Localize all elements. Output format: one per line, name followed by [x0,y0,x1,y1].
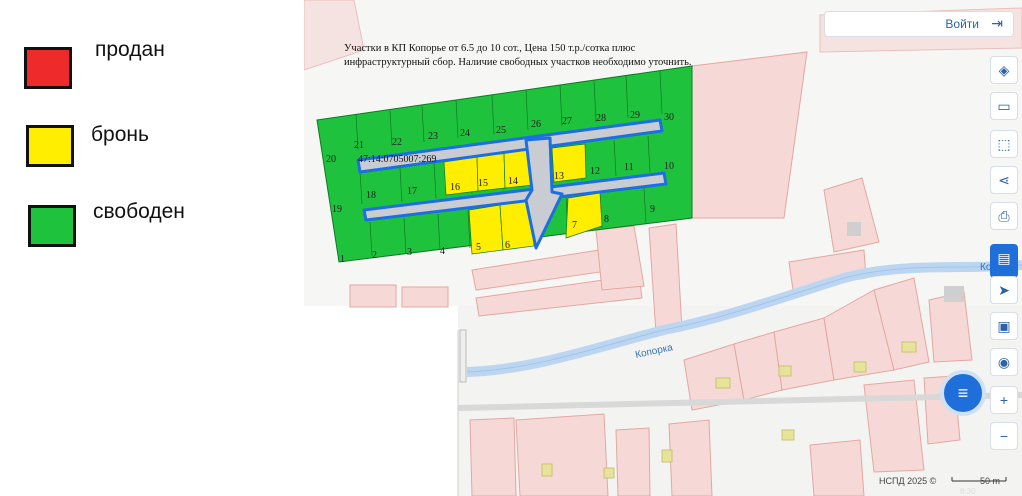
plot-number-8: 8 [604,214,609,225]
egrn-icon[interactable]: ▤ [990,244,1018,278]
login-label: Войти [945,17,979,31]
plot-number-18: 18 [366,190,376,201]
plot-number-15: 15 [478,178,488,189]
plot-number-19: 19 [332,204,342,215]
plot-number-2: 2 [372,250,377,261]
cadastral-number-label: 47:14:0705007:269 [358,154,436,165]
zoom-out-icon[interactable]: − [990,422,1018,450]
print-icon[interactable]: ⎙ [990,202,1018,230]
caption-line-1: Участки в КП Копорье от 6.5 до 10 сот., … [344,43,636,54]
legend-label-reserved: бронь [91,123,149,146]
share-icon[interactable]: ⋖ [990,166,1018,194]
plot-number-3: 3 [407,247,412,258]
attribution: НСПД 2025 © [879,476,937,486]
login-button[interactable]: Войти ⇥ [824,11,1014,37]
navigation-icon[interactable]: ➤ [990,276,1018,304]
plot-number-26: 26 [531,119,541,130]
plot-number-27: 27 [562,116,572,127]
plot-number-29: 29 [630,110,640,121]
plot-number-7: 7 [572,220,577,231]
screen-icon[interactable]: ▣ [990,312,1018,340]
plot-number-17: 17 [407,186,417,197]
plot-number-30: 30 [664,112,674,123]
clock-time: 8:30 [960,487,976,496]
plot-number-14: 14 [508,176,518,187]
plot-5[interactable] [468,204,504,255]
plot-number-4: 4 [440,246,445,257]
map-view[interactable]: 21 22 23 24 25 26 27 28 29 30 20 18 17 1… [304,0,1022,496]
layers-icon[interactable]: ◈ [990,56,1018,84]
plot-number-23: 23 [428,131,438,142]
plot-number-9: 9 [650,204,655,215]
legend-label-sold: продан [95,38,165,61]
caption-line-2: инфраструктурный сбор. Наличие свободных… [344,57,692,68]
plot-number-13: 13 [554,171,564,182]
map-canvas[interactable]: 21 22 23 24 25 26 27 28 29 30 20 18 17 1… [304,0,1022,496]
plot-number-22: 22 [392,137,402,148]
menu-list-icon[interactable]: ≡ [940,370,986,416]
plot-number-11: 11 [624,162,634,173]
plot-number-10: 10 [664,161,674,172]
legend-panel: продан бронь свободен [0,0,304,496]
plot-number-28: 28 [596,113,606,124]
legend-swatch-free [28,205,76,247]
plot-number-25: 25 [496,125,506,136]
legend-swatch-sold [24,47,72,89]
legend-swatch-reserved [26,125,74,167]
plot-number-24: 24 [460,128,470,139]
login-arrow-icon: ⇥ [991,15,1003,31]
legend-label-free: свободен [93,200,185,223]
map-caption: Участки в КП Копорье от 6.5 до 10 сот., … [344,42,724,70]
plot-number-20: 20 [326,154,336,165]
scale-label: 50 m [980,476,1001,486]
select-area-icon[interactable]: ⬚ [990,130,1018,158]
plot-number-5: 5 [476,242,481,253]
plot-number-21: 21 [354,140,364,151]
location-pin-icon[interactable]: ◉ [990,348,1018,376]
plot-number-16: 16 [450,182,460,193]
zoom-in-icon[interactable]: + [990,386,1018,414]
plot-number-6: 6 [505,240,510,251]
plot-number-1: 1 [340,254,345,265]
plot-number-12: 12 [590,166,600,177]
parcel[interactable] [691,51,808,219]
ruler-icon[interactable]: ▭ [990,92,1018,120]
